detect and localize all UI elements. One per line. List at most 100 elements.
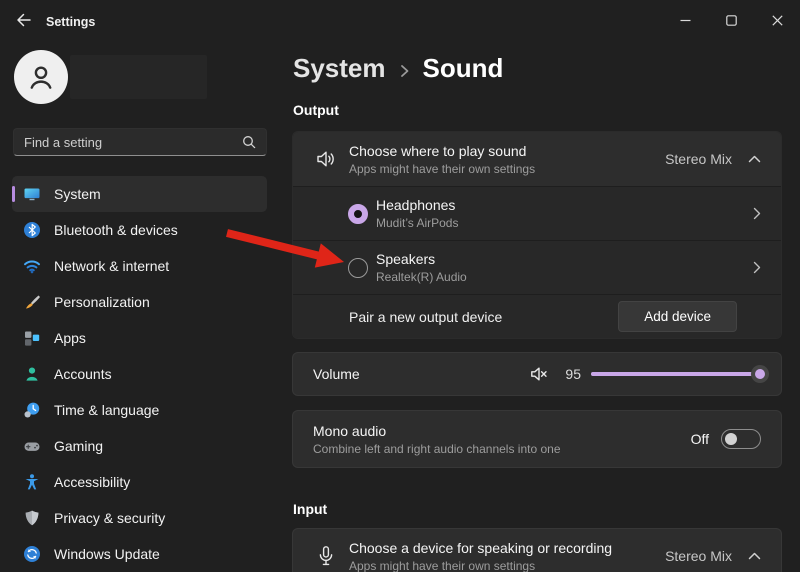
row-title: Choose a device for speaking or recordin… xyxy=(349,540,665,556)
minimize-button[interactable] xyxy=(662,0,708,40)
privacy-security-icon xyxy=(23,509,41,527)
chevron-right-icon xyxy=(753,261,761,274)
sidebar-item-network-internet[interactable]: Network & internet xyxy=(12,248,267,284)
sidebar-item-label: Accessibility xyxy=(54,474,130,490)
add-device-button[interactable]: Add device xyxy=(618,301,737,332)
device-row-speakers[interactable]: Speakers Realtek(R) Audio xyxy=(293,240,781,294)
device-name: Headphones xyxy=(376,197,753,213)
output-device-value: Stereo Mix xyxy=(665,151,732,167)
chevron-up-icon xyxy=(748,552,761,560)
sidebar-nav: System Bluetooth & devices Network & int… xyxy=(12,176,267,572)
sidebar-item-label: Network & internet xyxy=(54,258,169,274)
bluetooth-icon xyxy=(23,221,41,239)
settings-window: Settings xyxy=(0,0,800,572)
maximize-button[interactable] xyxy=(708,0,754,40)
pair-device-label: Pair a new output device xyxy=(349,309,618,325)
mono-audio-card: Mono audio Combine left and right audio … xyxy=(292,410,782,468)
windows-update-icon xyxy=(23,545,41,563)
speaker-muted-icon xyxy=(529,364,549,384)
mono-toggle-state: Off xyxy=(691,431,709,447)
sidebar-item-privacy-security[interactable]: Privacy & security xyxy=(12,500,267,536)
volume-slider[interactable] xyxy=(591,364,769,384)
row-subtitle: Apps might have their own settings xyxy=(349,162,665,176)
back-arrow-icon xyxy=(14,11,32,29)
volume-card: Volume 95 xyxy=(292,352,782,396)
sidebar-item-bluetooth-devices[interactable]: Bluetooth & devices xyxy=(12,212,267,248)
avatar xyxy=(14,50,68,104)
gaming-icon xyxy=(23,437,41,455)
radio-speakers-unselected[interactable] xyxy=(348,258,368,278)
sidebar-item-label: Privacy & security xyxy=(54,510,165,526)
speaker-icon xyxy=(313,147,339,171)
sidebar-item-label: Gaming xyxy=(54,438,103,454)
breadcrumb-system[interactable]: System xyxy=(293,53,386,84)
search-box[interactable] xyxy=(13,128,267,156)
accessibility-icon xyxy=(23,473,41,491)
breadcrumb: System Sound xyxy=(293,53,503,84)
slider-thumb[interactable] xyxy=(751,365,769,383)
input-section-label: Input xyxy=(293,501,327,517)
sidebar-item-label: Bluetooth & devices xyxy=(54,222,178,238)
mono-audio-title: Mono audio xyxy=(313,423,561,439)
chevron-up-icon xyxy=(748,155,761,163)
sidebar-item-label: Windows Update xyxy=(54,546,160,562)
main-content: System Sound Output Choose where to play… xyxy=(292,40,782,572)
device-name: Speakers xyxy=(376,251,753,267)
choose-output-row[interactable]: Choose where to play sound Apps might ha… xyxy=(293,132,781,186)
app-title: Settings xyxy=(46,15,95,29)
sidebar-item-label: Personalization xyxy=(54,294,150,310)
choose-input-row[interactable]: Choose a device for speaking or recordin… xyxy=(292,528,782,572)
sidebar-item-label: Apps xyxy=(54,330,86,346)
slider-fill xyxy=(591,372,760,376)
close-button[interactable] xyxy=(754,0,800,40)
sidebar-item-personalization[interactable]: Personalization xyxy=(12,284,267,320)
sidebar-item-label: Accounts xyxy=(54,366,112,382)
minimize-icon xyxy=(680,15,691,26)
sidebar-item-time-language[interactable]: Time & language xyxy=(12,392,267,428)
system-icon xyxy=(23,185,41,203)
apps-icon xyxy=(23,329,41,347)
page-title: Sound xyxy=(423,53,504,84)
chevron-right-icon xyxy=(753,207,761,220)
close-icon xyxy=(772,15,783,26)
time-language-icon xyxy=(23,401,41,419)
device-detail: Mudit’s AirPods xyxy=(376,216,753,230)
window-controls xyxy=(662,0,800,40)
toggle-knob xyxy=(725,433,737,445)
sidebar-item-windows-update[interactable]: Windows Update xyxy=(12,536,267,572)
user-name-redacted xyxy=(70,55,207,99)
search-input[interactable] xyxy=(14,135,242,150)
pair-device-row: Pair a new output device Add device xyxy=(293,294,781,338)
sidebar-item-label: System xyxy=(54,186,101,202)
input-device-value: Stereo Mix xyxy=(665,548,732,564)
sidebar-item-accounts[interactable]: Accounts xyxy=(12,356,267,392)
sidebar-item-system[interactable]: System xyxy=(12,176,267,212)
row-title: Choose where to play sound xyxy=(349,143,665,159)
search-icon xyxy=(242,135,256,149)
back-button[interactable] xyxy=(8,6,38,34)
volume-label: Volume xyxy=(313,366,529,382)
volume-value: 95 xyxy=(559,366,581,382)
person-icon xyxy=(24,60,58,94)
network-icon xyxy=(23,257,41,275)
sidebar-item-accessibility[interactable]: Accessibility xyxy=(12,464,267,500)
sidebar-item-label: Time & language xyxy=(54,402,159,418)
maximize-icon xyxy=(726,15,737,26)
device-detail: Realtek(R) Audio xyxy=(376,270,753,284)
personalization-icon xyxy=(23,293,41,311)
row-subtitle: Apps might have their own settings xyxy=(349,559,665,572)
mute-button[interactable] xyxy=(529,364,549,384)
output-section-label: Output xyxy=(293,102,339,118)
radio-headphones-selected[interactable] xyxy=(348,204,368,224)
sidebar: System Bluetooth & devices Network & int… xyxy=(0,40,280,572)
sidebar-item-apps[interactable]: Apps xyxy=(12,320,267,356)
mono-audio-toggle[interactable] xyxy=(721,429,761,449)
accounts-icon xyxy=(23,365,41,383)
chevron-right-icon xyxy=(399,63,410,79)
sidebar-item-gaming[interactable]: Gaming xyxy=(12,428,267,464)
microphone-icon xyxy=(313,544,339,568)
titlebar: Settings xyxy=(0,0,800,40)
output-device-group: Choose where to play sound Apps might ha… xyxy=(292,131,782,339)
device-row-headphones[interactable]: Headphones Mudit’s AirPods xyxy=(293,186,781,240)
mono-audio-subtitle: Combine left and right audio channels in… xyxy=(313,442,561,456)
